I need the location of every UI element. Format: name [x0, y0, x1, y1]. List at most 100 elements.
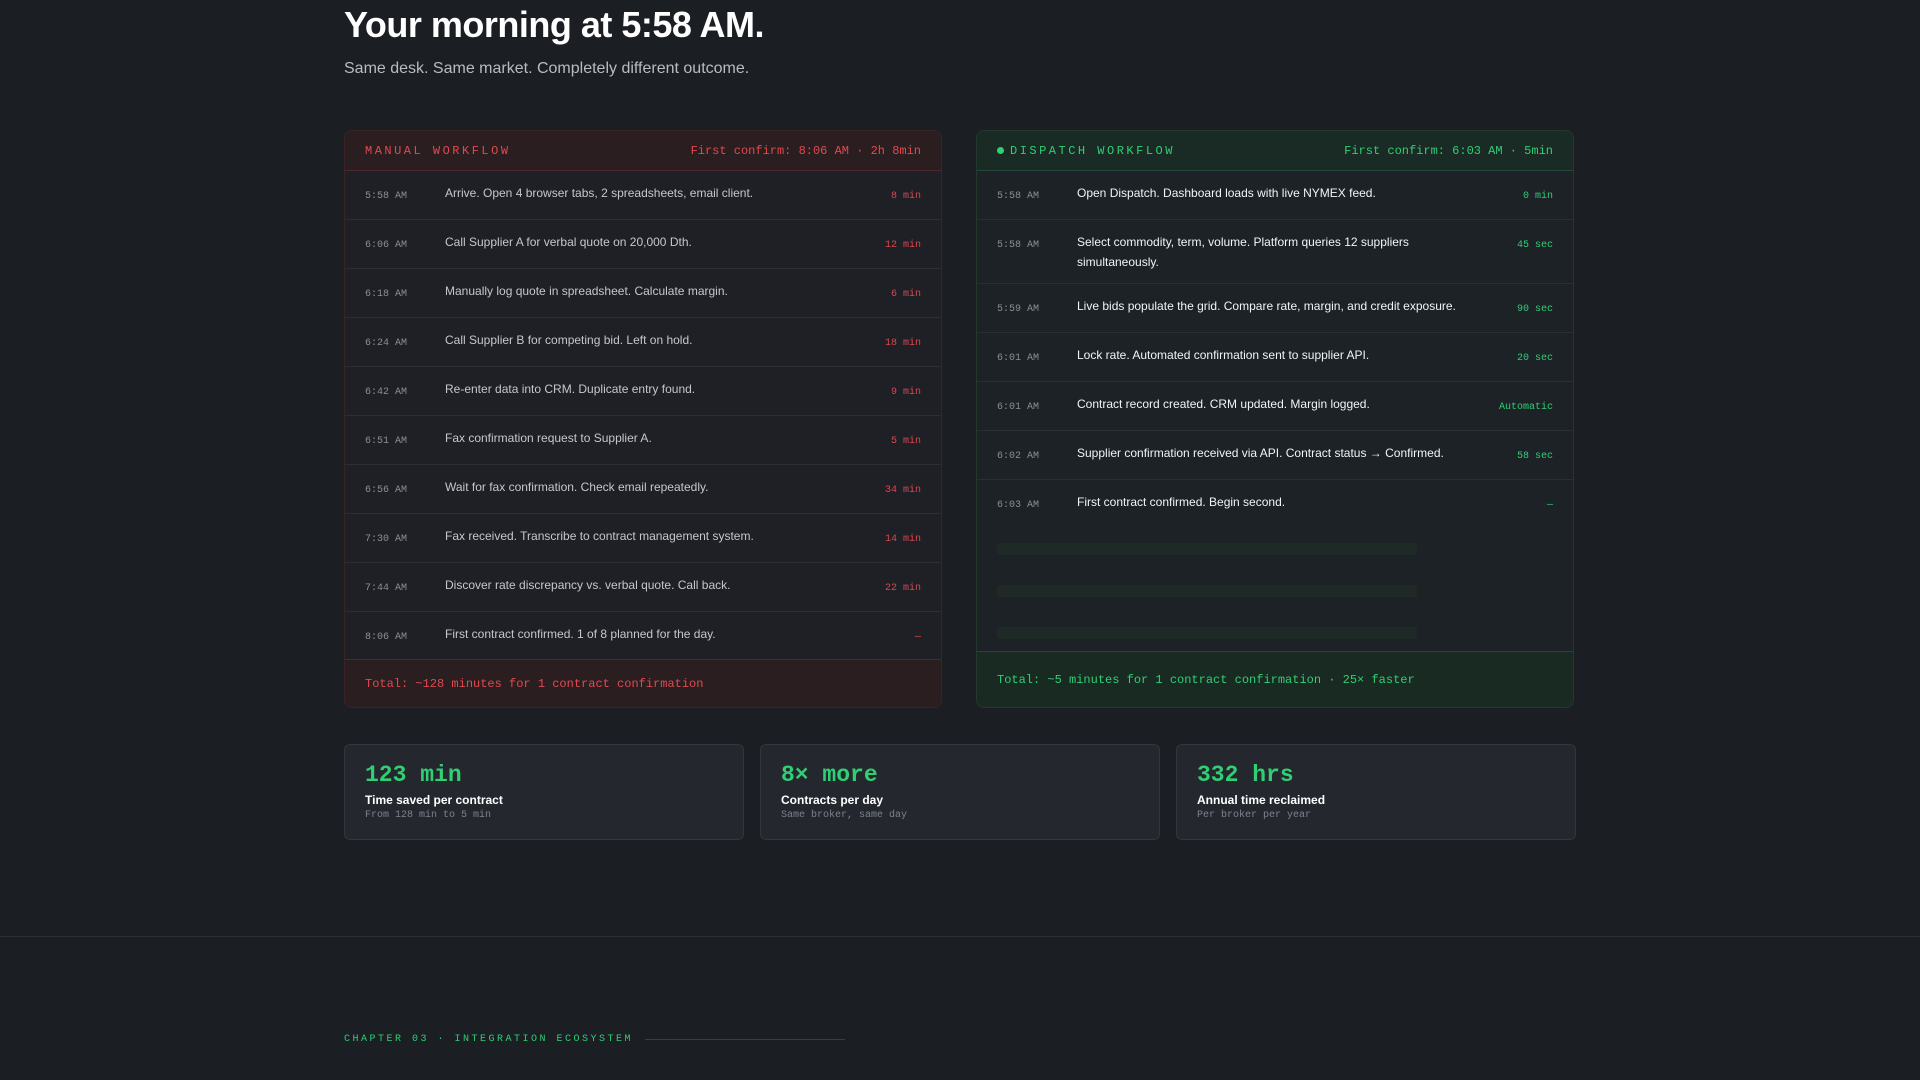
step-time: 6:51 AM — [365, 436, 408, 447]
step-time: 7:44 AM — [365, 583, 408, 594]
step-duration: 18 min — [884, 338, 921, 349]
step-description: Re-enter data into CRM. Duplicate entry … — [445, 382, 696, 396]
step-description: Live bids populate the grid. Compare rat… — [1077, 299, 1456, 313]
step-description: Call Supplier B for competing bid. Left … — [445, 333, 693, 347]
chapter-heading: CHAPTER 03 · INTEGRATION ECOSYSTEM — [344, 1034, 846, 1045]
stat-label: Contracts per day — [781, 793, 884, 807]
step-description: Manually log quote in spreadsheet. Calcu… — [445, 284, 728, 298]
manual-step-row: 6:06 AM Call Supplier A for verbal quote … — [345, 220, 941, 269]
manual-step-row: 8:06 AM First contract confirmed. 1 of 8 … — [345, 612, 941, 661]
step-time: 6:01 AM — [997, 402, 1040, 413]
manual-workflow-panel: MANUAL WORKFLOW First confirm: 8:06 AM ·… — [344, 130, 942, 708]
step-duration: Automatic — [1498, 402, 1553, 413]
step-duration: 12 min — [884, 240, 921, 251]
step-time: 7:30 AM — [365, 534, 408, 545]
step-description: Fax confirmation request to Supplier A. — [445, 431, 652, 445]
dispatch-step-list: 5:58 AM Open Dispatch. Dashboard loads wi… — [977, 171, 1573, 529]
manual-step-row: 6:56 AM Wait for fax confirmation. Check … — [345, 465, 941, 514]
step-description: Arrive. Open 4 browser tabs, 2 spreadshe… — [445, 186, 754, 200]
stat-value: 8× more — [781, 762, 878, 788]
chapter-label: CHAPTER 03 · INTEGRATION ECOSYSTEM — [344, 1034, 634, 1045]
step-description: Open Dispatch. Dashboard loads with live… — [1077, 186, 1376, 200]
dispatch-step-row: 6:01 AM Lock rate. Automated confirmation… — [977, 333, 1573, 382]
live-status-dot-icon — [997, 147, 1004, 154]
manual-step-row: 6:18 AM Manually log quote in spreadsheet… — [345, 269, 941, 318]
dispatch-step-row: 6:01 AM Contract record created. CRM upda… — [977, 382, 1573, 431]
step-time: 5:58 AM — [997, 191, 1040, 202]
dispatch-step-row: 5:58 AM Open Dispatch. Dashboard loads wi… — [977, 171, 1573, 220]
step-time: 5:58 AM — [997, 240, 1040, 251]
step-duration: 22 min — [884, 583, 921, 594]
page-subtitle: Same desk. Same market. Completely diffe… — [344, 60, 750, 77]
step-description: Discover rate discrepancy vs. verbal quo… — [445, 578, 731, 592]
stat-card-time-saved: 123 min Time saved per contract From 128… — [344, 744, 744, 840]
dispatch-first-confirm: First confirm: 6:03 AM · 5min — [1344, 143, 1553, 158]
dispatch-step-row: 5:58 AM Select commodity, term, volume. P… — [977, 220, 1573, 284]
dispatch-workflow-panel: DISPATCH WORKFLOW First confirm: 6:03 AM… — [976, 130, 1574, 708]
step-time: 6:56 AM — [365, 485, 408, 496]
step-duration: 0 min — [1522, 191, 1553, 202]
manual-panel-title: MANUAL WORKFLOW — [365, 143, 511, 158]
step-time: 6:02 AM — [997, 451, 1040, 462]
step-description: Fax received. Transcribe to contract man… — [445, 529, 754, 543]
dispatch-step-row: 5:59 AM Live bids populate the grid. Comp… — [977, 284, 1573, 333]
stat-card-annual-time: 332 hrs Annual time reclaimed Per broker… — [1176, 744, 1576, 840]
dispatch-panel-header: DISPATCH WORKFLOW First confirm: 6:03 AM… — [977, 131, 1573, 171]
step-time: 6:42 AM — [365, 387, 408, 398]
workflow-panels: MANUAL WORKFLOW First confirm: 8:06 AM ·… — [344, 130, 1576, 710]
step-time: 6:01 AM — [997, 353, 1040, 364]
step-duration: — — [914, 632, 921, 643]
dispatch-total: Total: ~5 minutes for 1 contract confirm… — [977, 651, 1573, 707]
step-duration: 5 min — [890, 436, 921, 447]
manual-step-row: 7:30 AM Fax received. Transcribe to contr… — [345, 514, 941, 563]
step-time: 6:24 AM — [365, 338, 408, 349]
step-time: 5:58 AM — [365, 191, 408, 202]
step-duration: 14 min — [884, 534, 921, 545]
stat-subtext: Same broker, same day — [781, 810, 908, 821]
step-description: Wait for fax confirmation. Check email r… — [445, 480, 709, 494]
step-duration: 34 min — [884, 485, 921, 496]
step-description: Select commodity, term, volume. Platform… — [1077, 235, 1409, 269]
step-duration: 20 sec — [1516, 353, 1553, 364]
empty-row-placeholder — [997, 585, 1417, 597]
page-title: Your morning at 5:58 AM. — [344, 4, 765, 45]
step-time: 8:06 AM — [365, 632, 408, 643]
step-time: 5:59 AM — [997, 304, 1040, 315]
step-duration: 9 min — [890, 387, 921, 398]
step-duration: — — [1546, 500, 1553, 511]
manual-step-row: 6:42 AM Re-enter data into CRM. Duplicate… — [345, 367, 941, 416]
step-description: First contract confirmed. Begin second. — [1077, 495, 1286, 509]
step-time: 6:18 AM — [365, 289, 408, 300]
stat-label: Annual time reclaimed — [1197, 793, 1326, 807]
step-duration: 90 sec — [1516, 304, 1553, 315]
step-duration: 58 sec — [1516, 451, 1553, 462]
dispatch-step-row: 6:02 AM Supplier confirmation received vi… — [977, 431, 1573, 480]
manual-step-row: 6:24 AM Call Supplier B for competing bid… — [345, 318, 941, 367]
step-duration: 45 sec — [1516, 240, 1553, 251]
stat-value: 332 hrs — [1197, 762, 1294, 788]
stat-label: Time saved per contract — [365, 793, 503, 807]
manual-first-confirm: First confirm: 8:06 AM · 2h 8min — [690, 143, 921, 158]
step-description: First contract confirmed. 1 of 8 planned… — [445, 627, 716, 641]
manual-step-row: 5:58 AM Arrive. Open 4 browser tabs, 2 sp… — [345, 171, 941, 220]
step-duration: 6 min — [890, 289, 921, 300]
chapter-rule — [645, 1039, 846, 1040]
manual-total: Total: ~128 minutes for 1 contract confi… — [345, 659, 941, 707]
section-divider — [0, 936, 1920, 937]
manual-step-row: 6:51 AM Fax confirmation request to Suppl… — [345, 416, 941, 465]
dispatch-step-row: 6:03 AM First contract confirmed. Begin s… — [977, 480, 1573, 529]
empty-row-placeholder — [997, 543, 1417, 555]
manual-step-row: 7:44 AM Discover rate discrepancy vs. ver… — [345, 563, 941, 612]
stats-row: 123 min Time saved per contract From 128… — [344, 744, 1576, 840]
step-time: 6:03 AM — [997, 500, 1040, 511]
step-description: Lock rate. Automated confirmation sent t… — [1077, 348, 1370, 362]
stat-subtext: From 128 min to 5 min — [365, 810, 492, 821]
stat-value: 123 min — [365, 762, 462, 788]
stat-subtext: Per broker per year — [1197, 810, 1312, 821]
empty-row-placeholder — [997, 627, 1417, 639]
manual-step-list: 5:58 AM Arrive. Open 4 browser tabs, 2 sp… — [345, 171, 941, 661]
dispatch-panel-title: DISPATCH WORKFLOW — [1010, 143, 1175, 158]
stat-card-contracts-per-day: 8× more Contracts per day Same broker, s… — [760, 744, 1160, 840]
step-duration: 8 min — [890, 191, 921, 202]
step-time: 6:06 AM — [365, 240, 408, 251]
